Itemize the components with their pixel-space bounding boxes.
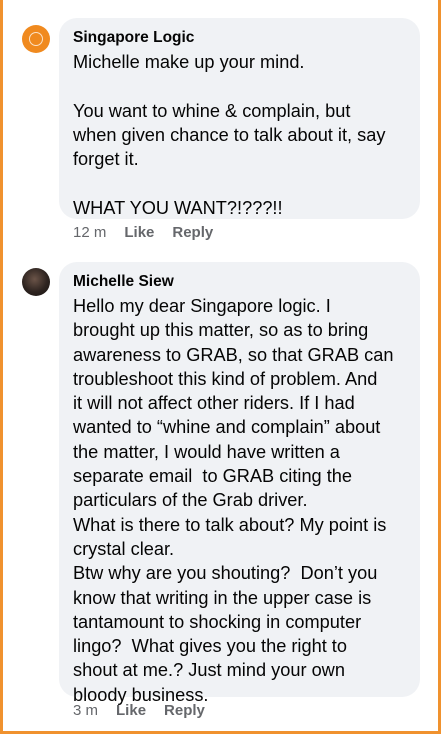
avatar-ring [29, 32, 43, 46]
comment-author[interactable]: Singapore Logic [73, 28, 406, 48]
comment-bubble: Michelle Siew Hello my dear Singapore lo… [59, 262, 420, 705]
comment-body: Hello my dear Singapore logic. I brought… [73, 296, 394, 705]
comment-meta: 3 m Like Reply [73, 702, 205, 719]
comment-body: Michelle make up your mind. You want to … [73, 52, 386, 218]
singapore-logic-avatar-icon[interactable] [22, 25, 50, 53]
comment-author[interactable]: Michelle Siew [73, 272, 406, 292]
comment-timestamp[interactable]: 3 m [73, 702, 98, 719]
like-button[interactable]: Like [116, 702, 146, 719]
michelle-siew-avatar-icon[interactable] [22, 268, 50, 296]
comment-bubble: Singapore Logic Michelle make up your mi… [59, 18, 420, 219]
reply-button[interactable]: Reply [172, 224, 213, 241]
like-button[interactable]: Like [124, 224, 154, 241]
reply-button[interactable]: Reply [164, 702, 205, 719]
comment-meta: 12 m Like Reply [73, 224, 213, 241]
comment-timestamp[interactable]: 12 m [73, 224, 106, 241]
